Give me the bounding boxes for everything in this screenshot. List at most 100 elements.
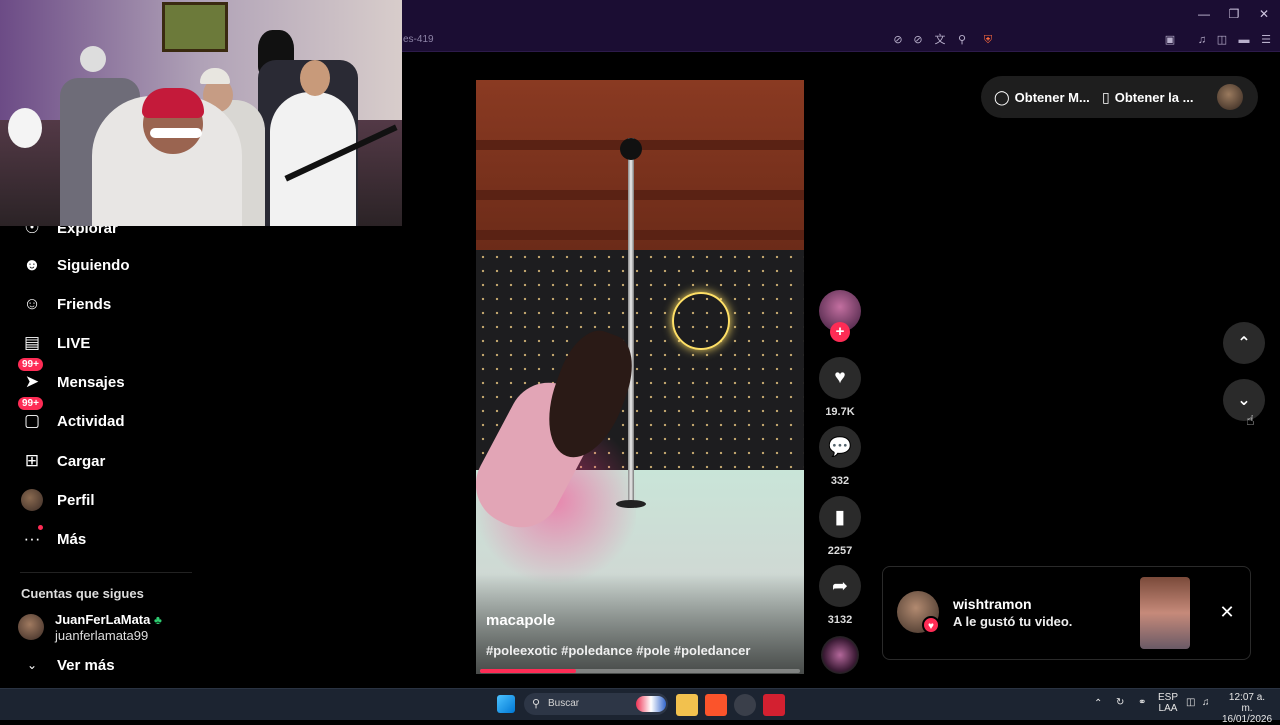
webcam-overlay bbox=[0, 0, 402, 226]
reader-icon[interactable]: ▣ bbox=[1161, 31, 1179, 49]
heart-icon: ♥ bbox=[834, 367, 846, 388]
url-text[interactable]: es-419 bbox=[403, 34, 434, 45]
next-video-button[interactable]: ⌄ bbox=[1223, 379, 1265, 421]
tray-chevron-icon[interactable]: ⌃ bbox=[1094, 698, 1102, 709]
video-player[interactable] bbox=[476, 80, 804, 674]
notification-user: wishtramon bbox=[953, 596, 1032, 612]
see-more-link[interactable]: ⌄ Ver más bbox=[20, 650, 115, 680]
language-indicator[interactable]: ESP LAA bbox=[1158, 692, 1178, 714]
sidebar-item-label: Cargar bbox=[57, 452, 106, 470]
mic-icon[interactable]: ⚭ bbox=[1138, 697, 1146, 708]
sidebar-item-mas[interactable]: ··· Más bbox=[20, 524, 86, 554]
mic-off-icon[interactable]: ⊘ bbox=[909, 31, 927, 49]
notification-thumbnail[interactable] bbox=[1140, 577, 1190, 649]
video-author[interactable]: macapole bbox=[486, 612, 555, 629]
see-more-label: Ver más bbox=[57, 656, 115, 674]
video-hashtags[interactable]: #poleexotic #poledance #pole #poledancer bbox=[486, 643, 750, 658]
file-explorer-icon[interactable] bbox=[676, 694, 698, 716]
account-avatar bbox=[18, 614, 44, 640]
more-icon: ··· bbox=[20, 525, 44, 551]
comment-button[interactable]: 💬 bbox=[819, 426, 861, 468]
like-button[interactable]: ♥ bbox=[819, 357, 861, 399]
like-count: 19.7K bbox=[825, 406, 855, 418]
app-icon[interactable] bbox=[763, 694, 785, 716]
account-name-row: JuanFerLaMata ♣ bbox=[55, 612, 162, 627]
comment-count: 332 bbox=[830, 475, 850, 487]
sidebar-item-label: Más bbox=[57, 530, 87, 548]
sidebar-item-label: Siguiendo bbox=[57, 256, 130, 274]
sunglasses bbox=[150, 128, 202, 138]
minimize-icon[interactable]: — bbox=[1189, 4, 1219, 24]
brave-browser-icon[interactable] bbox=[705, 694, 727, 716]
chevron-down-icon: ⌄ bbox=[1237, 392, 1251, 409]
upload-icon: ⊞ bbox=[24, 451, 40, 470]
language-bottom: LAA bbox=[1158, 703, 1178, 714]
video-pole bbox=[628, 138, 634, 508]
account-handle: juanferlamata99 bbox=[55, 628, 149, 643]
wall-painting bbox=[162, 2, 228, 52]
sidebar-item-actividad[interactable]: ▢ 99+ Actividad bbox=[18, 397, 125, 436]
previous-video-button[interactable]: ⌃ bbox=[1223, 322, 1265, 364]
clock-time: 12:07 a. m. bbox=[1228, 692, 1266, 714]
phone-icon: ▯ bbox=[1102, 89, 1110, 105]
comment-icon: 💬 bbox=[828, 437, 852, 458]
app-icon[interactable] bbox=[734, 694, 756, 716]
volume-icon[interactable]: ♫ bbox=[1202, 697, 1210, 708]
sidebar-item-perfil[interactable]: Perfil bbox=[20, 485, 95, 515]
mute-icon[interactable]: ⊘ bbox=[889, 31, 907, 49]
music-icon[interactable]: ♫ bbox=[1193, 31, 1211, 49]
messages-icon: ➤ 99+ bbox=[18, 358, 44, 394]
follow-plus-icon[interactable]: + bbox=[830, 322, 850, 342]
sidebar-icon[interactable]: ◫ bbox=[1213, 31, 1231, 49]
zoom-icon[interactable]: ⚲ bbox=[953, 31, 971, 49]
music-disc-icon[interactable] bbox=[821, 636, 859, 674]
save-button[interactable]: ▮ bbox=[819, 496, 861, 538]
skull-figure bbox=[80, 46, 106, 72]
wallet-icon[interactable]: ▬ bbox=[1235, 31, 1253, 49]
share-count: 3132 bbox=[827, 614, 853, 626]
close-icon[interactable]: ✕ bbox=[1249, 4, 1279, 24]
language-top: ESP bbox=[1158, 692, 1179, 703]
translate-icon[interactable]: 文 bbox=[931, 31, 949, 49]
friends-icon: ☺ bbox=[23, 294, 41, 313]
get-device-label: Obtener la ... bbox=[1114, 90, 1194, 105]
close-icon[interactable]: ✕ bbox=[1216, 601, 1238, 623]
unread-dot bbox=[38, 525, 43, 530]
sidebar-item-live[interactable]: ▤ LIVE bbox=[20, 328, 90, 358]
sync-icon[interactable]: ↻ bbox=[1116, 697, 1124, 708]
menu-icon[interactable]: ☰ bbox=[1257, 31, 1275, 49]
heart-icon: ♥ bbox=[922, 616, 940, 634]
sidebar-item-friends[interactable]: ☺ Friends bbox=[20, 289, 111, 319]
sidebar-item-label: Friends bbox=[57, 295, 112, 313]
following-icon: ☻ bbox=[23, 255, 41, 274]
sidebar-item-label: Actividad bbox=[57, 412, 125, 430]
profile-avatar bbox=[21, 489, 43, 511]
app-icon: ◯ bbox=[994, 89, 1010, 105]
sidebar-item-siguiendo[interactable]: ☻ Siguiendo bbox=[20, 250, 129, 280]
mouse-cursor-icon: ☝ bbox=[1246, 412, 1255, 428]
person-right-head bbox=[300, 60, 330, 96]
restore-icon[interactable]: ❐ bbox=[1219, 4, 1249, 24]
get-app-button[interactable]: ◯ Obtener M... bbox=[994, 89, 1090, 106]
account-name: JuanFerLaMata bbox=[55, 612, 151, 627]
following-title: Cuentas que sigues bbox=[21, 586, 144, 601]
brave-shield-icon[interactable]: ⛨ bbox=[979, 31, 997, 49]
person-right bbox=[270, 92, 356, 226]
windows-start-icon[interactable] bbox=[497, 695, 515, 713]
plush-toy bbox=[8, 108, 42, 148]
search-icon: ⚲ bbox=[532, 698, 541, 710]
share-button[interactable]: ➦ bbox=[819, 565, 861, 607]
live-icon: ▤ bbox=[23, 333, 41, 352]
following-account[interactable]: JuanFerLaMata ♣ juanferlamata99 bbox=[18, 612, 178, 646]
video-progress-bar[interactable] bbox=[480, 669, 800, 673]
video-pole-base bbox=[616, 500, 646, 508]
network-icon[interactable]: ◫ bbox=[1186, 697, 1195, 708]
sidebar-item-mensajes[interactable]: ➤ 99+ Mensajes bbox=[18, 358, 125, 397]
user-avatar[interactable] bbox=[1217, 84, 1243, 110]
get-device-button[interactable]: ▯ Obtener la ... bbox=[1102, 89, 1193, 106]
sidebar-item-cargar[interactable]: ⊞ Cargar bbox=[20, 446, 105, 476]
notification-badge: 99+ bbox=[18, 358, 43, 371]
video-beam bbox=[476, 230, 804, 240]
clock[interactable]: 12:07 a. m. 16/01/2026 bbox=[1222, 692, 1272, 725]
sidebar-divider bbox=[20, 572, 192, 573]
